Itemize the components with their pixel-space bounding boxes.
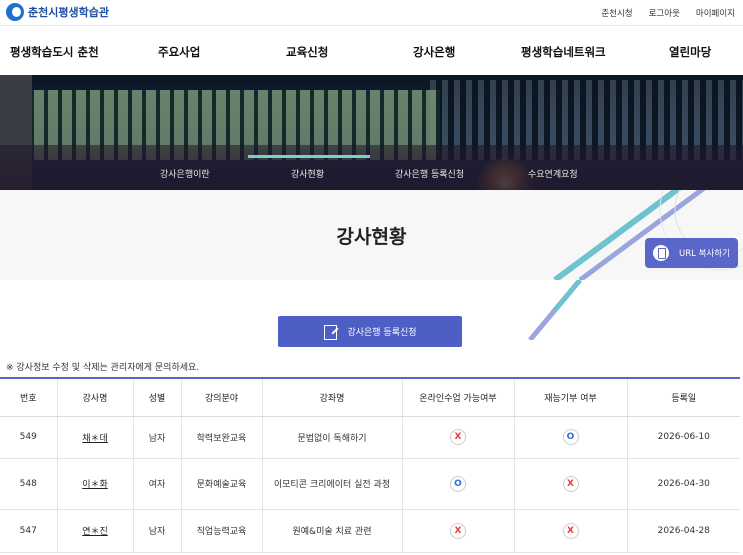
util-link-mypage[interactable]: 마이페이지	[696, 7, 735, 19]
page-title: 강사현황	[336, 226, 407, 248]
cell-field: 직업능력교육	[181, 509, 263, 553]
logo-mark-icon	[6, 3, 24, 21]
cell-online: X	[402, 416, 515, 459]
cell-field: 문화예술교육	[181, 458, 263, 510]
col-header-gender: 성별	[133, 377, 182, 417]
cell-number: 549	[0, 416, 58, 459]
cell-gender: 남자	[133, 416, 182, 459]
notice-text: ※ 강사정보 수정 및 삭제는 관리자에게 문의하세요.	[6, 363, 200, 373]
main-nav-main-business[interactable]: 주요사업	[158, 44, 200, 60]
cell-name: 연＊진	[57, 509, 134, 553]
cell-name: 채＊데	[57, 416, 134, 459]
x-mark-icon: X	[450, 429, 466, 445]
cell-number: 548	[0, 458, 58, 510]
col-header-course: 강좌명	[262, 377, 403, 417]
cell-donation: O	[514, 416, 628, 459]
cell-date: 2026-06-10	[627, 416, 740, 459]
o-mark-icon: O	[562, 429, 579, 445]
register-button-label: 강사은행 등록신청	[347, 328, 417, 338]
main-nav-course-apply[interactable]: 교육신청	[286, 44, 328, 60]
subnav-about-bank[interactable]: 강사은행이란	[160, 167, 210, 180]
util-link-logout[interactable]: 로그아웃	[649, 7, 680, 19]
url-copy-label: URL 복사하기	[679, 249, 730, 259]
edit-document-icon	[323, 324, 339, 340]
x-mark-icon: X	[562, 475, 579, 492]
main-nav-instructor-bank[interactable]: 강사은행	[413, 44, 455, 60]
main-navigation: 평생학습도시 춘천 주요사업 교육신청 강사은행 평생학습네트워크 열린마당	[0, 27, 743, 75]
top-utility-bar: 춘천시평생학습관 춘천시청 로그아웃 마이페이지	[0, 0, 743, 26]
col-header-date: 등록일	[627, 377, 740, 417]
main-nav-open-forum[interactable]: 열린마당	[669, 44, 711, 60]
table-row: 548 이＊화 여자 문화예술교육 이모티콘 크리에이터 실전 과정 O X 2…	[0, 458, 740, 510]
logo-text: 춘천시평생학습관	[28, 6, 109, 19]
page-title-area: 강사현황	[0, 190, 743, 280]
instructor-register-button[interactable]: 강사은행 등록신청	[278, 316, 462, 347]
instructor-name-link[interactable]: 이＊화	[82, 480, 108, 490]
sub-navigation: 강사은행이란 강사현황 강사은행 등록신청 수요연계요청	[0, 75, 743, 190]
subnav-instructor-status[interactable]: 강사현황	[291, 167, 324, 180]
x-mark-icon: X	[562, 522, 579, 539]
instructor-table: 번호 강사명 성별 강의분야 강좌명 온라인수업 가능여부 재능기부 여부 등록…	[0, 377, 740, 553]
o-mark-icon: O	[450, 475, 466, 492]
main-nav-network[interactable]: 평생학습네트워크	[521, 44, 606, 60]
utility-links: 춘천시청 로그아웃 마이페이지	[601, 7, 735, 19]
cell-online: X	[402, 509, 515, 553]
site-logo[interactable]: 춘천시평생학습관	[6, 3, 109, 21]
col-header-online: 온라인수업 가능여부	[402, 377, 515, 417]
cell-field: 학력보완교육	[181, 416, 263, 459]
instructor-name-link[interactable]: 연＊진	[82, 527, 108, 537]
subnav-demand-request[interactable]: 수요연계요청	[528, 167, 578, 180]
cell-number: 547	[0, 509, 58, 553]
cell-gender: 여자	[133, 458, 182, 510]
util-link-city-hall[interactable]: 춘천시청	[601, 7, 632, 19]
col-header-donation: 재능기부 여부	[514, 377, 628, 417]
subnav-bank-register[interactable]: 강사은행 등록신청	[395, 167, 464, 180]
cell-date: 2026-04-28	[627, 509, 740, 553]
col-header-field: 강의분야	[181, 377, 263, 417]
cell-donation: X	[514, 509, 628, 553]
url-copy-button[interactable]: URL 복사하기	[645, 238, 738, 268]
cell-course: 이모티콘 크리에이터 실전 과정	[262, 458, 403, 510]
cell-name: 이＊화	[57, 458, 134, 510]
cell-date: 2026-04-30	[627, 458, 740, 510]
cell-course: 문법없이 독해하기	[262, 416, 403, 459]
table-row: 549 채＊데 남자 학력보완교육 문법없이 독해하기 X O 2026-06-…	[0, 416, 740, 459]
table-header-row: 번호 강사명 성별 강의분야 강좌명 온라인수업 가능여부 재능기부 여부 등록…	[0, 377, 740, 417]
col-header-name: 강사명	[57, 377, 134, 417]
table-row: 547 연＊진 남자 직업능력교육 원예&미술 치료 관련 X X 2026-0…	[0, 509, 740, 553]
main-nav-lifelong-city[interactable]: 평생학습도시 춘천	[10, 44, 99, 60]
col-header-number: 번호	[0, 377, 58, 417]
stripe-lower-teal	[553, 280, 582, 312]
cell-donation: X	[514, 458, 628, 510]
cell-online: O	[402, 458, 515, 510]
x-mark-icon: X	[450, 522, 466, 539]
subnav-active-indicator	[248, 155, 370, 158]
instructor-name-link[interactable]: 채＊데	[82, 434, 108, 444]
cell-gender: 남자	[133, 509, 182, 553]
copy-icon	[653, 245, 669, 261]
cell-course: 원예&미술 치료 관련	[262, 509, 403, 553]
